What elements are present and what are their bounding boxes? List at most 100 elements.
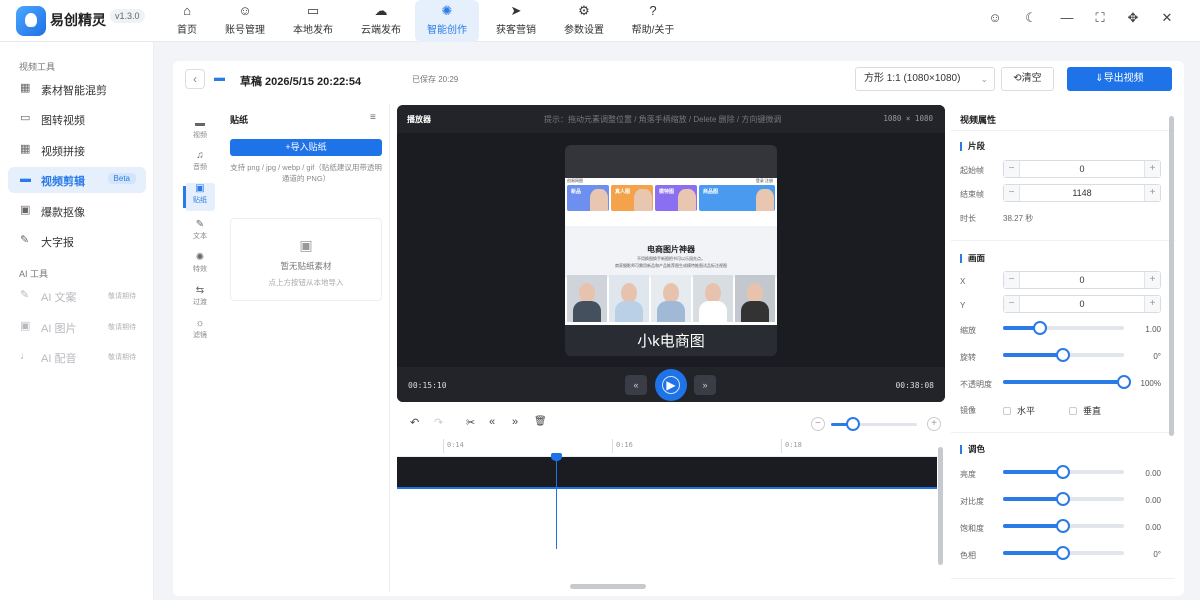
card-product: 商品图 (699, 185, 775, 211)
maximize-icon[interactable]: ⛶ (1090, 8, 1110, 28)
video-track-clip[interactable] (397, 457, 937, 489)
monitor-icon: ▭ (306, 3, 320, 18)
nav-smart-create[interactable]: ✺ 智能创作 (415, 0, 479, 42)
canvas-size: 1080 × 1080 (883, 114, 933, 123)
chevron-down-icon: ⌄ (980, 74, 988, 84)
x-stepper[interactable]: −0 + (1003, 271, 1161, 289)
rotate-slider[interactable] (1003, 348, 1124, 362)
hue-slider[interactable] (1003, 546, 1124, 560)
model-photo (567, 275, 607, 322)
preview-canvas[interactable]: 创易网图 登录 注册 新品 真人图 模特图 商品图 电商图片神器 不用换图换手新图… (565, 145, 777, 356)
close-icon[interactable]: ✕ (1157, 8, 1177, 28)
opacity-slider-handle[interactable] (1117, 375, 1131, 389)
nav-settings[interactable]: ⚙ 参数设置 (552, 0, 616, 42)
sparkle-icon: ✺ (195, 252, 205, 263)
sidebar-item-ai-image: ▣ AI 图片 敬请期待 (20, 320, 136, 335)
undo-icon[interactable]: ↶ (410, 416, 419, 429)
hue-slider-handle[interactable] (1056, 546, 1070, 560)
section-segment: 片段 (960, 142, 985, 151)
tool-sticker[interactable]: ▣ 贴纸 (185, 183, 215, 211)
zoom-out-button[interactable]: − (811, 417, 825, 431)
duration-value: 38.27 秒 (1003, 214, 1034, 223)
import-sticker-button[interactable]: +导入贴纸 (230, 139, 382, 156)
zoom-slider-handle[interactable] (846, 417, 860, 431)
clear-button[interactable]: ⟲清空 (1001, 67, 1054, 91)
player: 播放器 提示：拖动元素调整位置 / 角落手柄缩放 / Delete 删除 / 方… (397, 105, 945, 402)
mirror-vertical-checkbox[interactable]: 垂直 (1069, 404, 1101, 417)
prev-frame-button[interactable]: « (625, 375, 647, 395)
rotate-slider-handle[interactable] (1056, 348, 1070, 362)
tool-audio[interactable]: ♫ 音频 (185, 150, 215, 178)
tool-transition[interactable]: ⇆ 过渡 (185, 285, 215, 313)
scale-slider-handle[interactable] (1033, 321, 1047, 335)
cut-icon[interactable]: ✂ (466, 416, 475, 429)
car-icon: ▬ (20, 173, 31, 185)
timeline-zoom[interactable]: − + (811, 417, 941, 431)
time-ruler[interactable]: 0:14 0:16 0:18 (397, 437, 937, 457)
next-frame-button[interactable]: » (694, 375, 716, 395)
sidebar-item-image-to-video[interactable]: ▭ 图转视频 (8, 106, 146, 132)
back-button[interactable]: ‹ (185, 69, 205, 89)
nav-cloud-publish[interactable]: ☁ 云端发布 (349, 0, 413, 42)
sidebar-item-smart-mix[interactable]: ▦ 素材智能混剪 (8, 76, 146, 102)
horizontal-scrollbar[interactable] (570, 584, 646, 589)
caption-text[interactable]: 小k电商图 (565, 330, 777, 351)
sidebar: 视频工具 ▦ 素材智能混剪 ▭ 图转视频 ▦ 视频拼接 ▬ 视频剪辑 Beta ▣ 爆款抠像… (0, 42, 154, 600)
start-frame-stepper[interactable]: −0 + (1003, 160, 1161, 178)
sidebar-item-video-concat[interactable]: ▦ 视频拼接 (8, 137, 146, 163)
mirror-horizontal-checkbox[interactable]: 水平 (1003, 404, 1035, 417)
sparkle-icon: ✺ (441, 3, 453, 18)
aspect-ratio-select[interactable]: 方形 1:1 (1080×1080) ⌄ (855, 67, 995, 91)
end-frame-stepper[interactable]: −1148 + (1003, 184, 1161, 202)
y-stepper[interactable]: −0 + (1003, 295, 1161, 313)
panel-title: 贴纸 (230, 115, 249, 125)
vertical-scrollbar[interactable] (938, 447, 943, 565)
section-color: 调色 (960, 445, 985, 454)
sidebar-item-video-edit[interactable]: ▬ 视频剪辑 Beta (8, 167, 146, 193)
jump-back-icon[interactable]: « (489, 416, 495, 428)
play-button[interactable]: ▶ (655, 369, 687, 401)
zoom-in-button[interactable]: + (927, 417, 941, 431)
user-outline-icon[interactable]: ☺ (985, 8, 1005, 28)
properties-panel: 视频属性 片段 起始帧 −0 + 结束帧 −1148 + 时长 38.27 秒 画面… (951, 104, 1175, 592)
saturation-slider-handle[interactable] (1056, 519, 1070, 533)
saved-status: 已保存 20:29 (412, 75, 459, 84)
nav-marketing[interactable]: ➤ 获客营销 (484, 0, 548, 42)
sidebar-item-big-text[interactable]: ✎ 大字报 (8, 228, 146, 254)
jump-forward-icon[interactable]: » (512, 416, 518, 428)
playhead[interactable] (551, 453, 562, 549)
contrast-slider[interactable] (1003, 492, 1124, 506)
tool-text[interactable]: ✎ 文本 (185, 219, 215, 247)
saturation-slider[interactable] (1003, 519, 1124, 533)
trash-icon[interactable]: 🗑 (534, 416, 547, 427)
model-photo (609, 275, 649, 322)
brightness-slider[interactable] (1003, 465, 1124, 479)
headphone-icon: ♫ (196, 150, 204, 161)
nav-home[interactable]: ⌂ 首页 (155, 0, 219, 42)
sidebar-item-cutout[interactable]: ▣ 爆款抠像 (8, 198, 146, 224)
tool-effect[interactable]: ✺ 特效 (185, 252, 215, 280)
card-new: 新品 (567, 185, 609, 211)
redo-icon[interactable]: ↷ (434, 416, 443, 429)
contrast-slider-handle[interactable] (1056, 492, 1070, 506)
moon-icon[interactable]: ☾ (1021, 8, 1041, 28)
export-video-button[interactable]: ⇓导出视频 (1067, 67, 1172, 91)
menu-icon[interactable]: ≡ (370, 112, 376, 123)
opacity-slider[interactable] (1003, 375, 1131, 389)
image-icon: ▣ (20, 204, 31, 216)
properties-scrollbar[interactable] (1169, 116, 1174, 436)
nav-account[interactable]: ☺ 账号管理 (213, 0, 277, 42)
nav-help[interactable]: ? 帮助/关于 (621, 0, 685, 42)
tool-video[interactable]: ▬ 视频 (185, 118, 215, 146)
preview-frame[interactable]: 创易网图 登录 注册 新品 真人图 模特图 商品图 电商图片神器 不用换图换手新图… (565, 178, 777, 325)
sidebar-item-ai-voice: ♩ AI 配音 敬请期待 (20, 350, 136, 365)
current-time: 00:15:10 (408, 381, 447, 390)
image-icon: ▣ (195, 183, 205, 194)
minimize-icon[interactable]: — (1057, 8, 1077, 28)
brightness-slider-handle[interactable] (1056, 465, 1070, 479)
tool-filter[interactable]: ☼ 滤镜 (185, 318, 215, 346)
move-icon[interactable]: ✥ (1123, 8, 1143, 28)
scale-slider[interactable] (1003, 321, 1124, 335)
section-canvas: 画面 (960, 254, 985, 263)
nav-local-publish[interactable]: ▭ 本地发布 (281, 0, 345, 42)
